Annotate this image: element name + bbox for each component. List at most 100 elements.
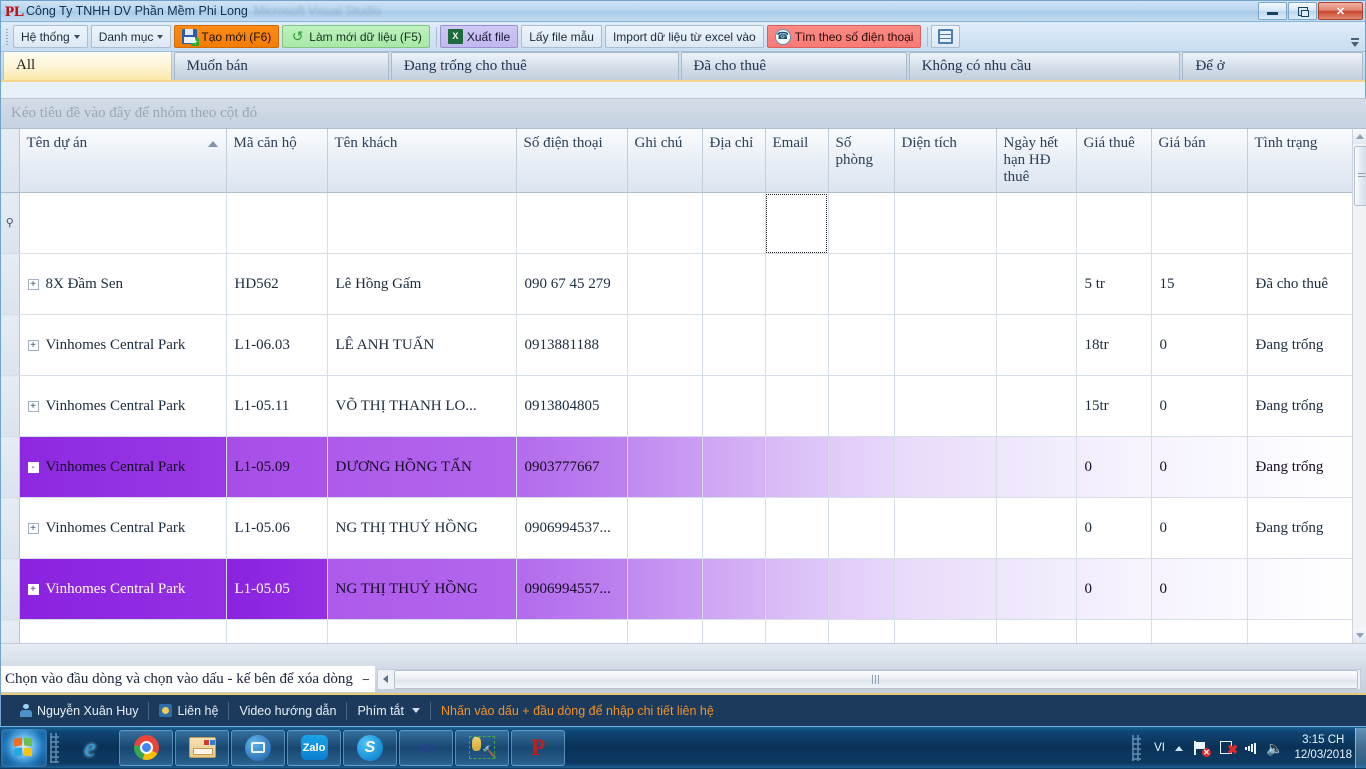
shortcuts-menu[interactable]: Phím tắt [347,704,430,718]
column-header-so-dien-thoai[interactable]: Số điện thoại [516,129,628,193]
column-header-ten-khach[interactable]: Tên khách [327,129,517,193]
cell-ngay-het-han[interactable] [996,375,1077,437]
menu-he-thong[interactable]: Hệ thống [13,25,88,48]
cell-dien-tich[interactable] [894,436,997,498]
cell-so-dien-thoai[interactable] [516,619,628,643]
tab-muon-ban[interactable]: Muốn bán [173,52,389,80]
filter-cell-tinh-trang[interactable] [1247,192,1358,254]
cell-email[interactable] [765,314,829,376]
cell-tinh-trang[interactable]: Đang trống [1247,314,1358,376]
delete-row-minus-icon[interactable]: − [356,666,375,692]
cell-ten-du-an[interactable]: + Vinhomes Central Park [19,375,227,437]
cell-dia-chi[interactable] [702,558,766,620]
cell-ten-du-an[interactable]: + Vinhomes Central Park [19,497,227,559]
cell-gia-ban[interactable]: 0 [1151,436,1248,498]
filter-cell-ghi-chu[interactable] [627,192,703,254]
contact-link[interactable]: Liên hệ [149,704,228,718]
cell-ten-du-an[interactable]: +8X Đầm Sen [19,253,227,315]
cell-ten-khach[interactable]: LÊ ANH TUẤN [327,314,517,376]
cell-gia-ban[interactable]: 15 [1151,253,1248,315]
cell-ten-khach[interactable]: Lê Hồng Gấm [327,253,517,315]
cell-ghi-chu[interactable] [627,436,703,498]
cell-email[interactable] [765,619,829,643]
cell-so-phong[interactable] [828,558,895,620]
row-indicator[interactable] [1,497,20,559]
grid-export-button[interactable] [931,25,961,48]
filter-cell-gia-thue[interactable] [1076,192,1152,254]
column-header-gia-ban[interactable]: Giá bán [1151,129,1248,193]
cell-dia-chi[interactable] [702,314,766,376]
cell-ghi-chu[interactable] [627,497,703,559]
table-row[interactable] [1,619,1358,643]
vertical-scroll-thumb[interactable] [1354,146,1366,206]
filter-cell-ten-khach[interactable] [327,192,517,254]
cell-ngay-het-han[interactable] [996,436,1077,498]
cell-gia-thue[interactable]: 5 tr [1076,253,1152,315]
cell-ten-du-an[interactable]: - Vinhomes Central Park [19,436,227,498]
taskbar-internet-explorer[interactable]: e [63,730,117,766]
cell-gia-ban[interactable]: 0 [1151,314,1248,376]
filter-cell-so-phong[interactable] [828,192,895,254]
cell-tinh-trang[interactable] [1247,619,1358,643]
cell-ten-khach[interactable] [327,619,517,643]
minimize-button[interactable] [1258,2,1287,20]
filter-cell-gia-ban[interactable] [1151,192,1248,254]
cell-ten-khach[interactable]: DƯƠNG HỒNG TẤN [327,436,517,498]
expand-row-icon[interactable]: + [27,278,39,290]
cell-gia-thue[interactable]: 0 [1076,497,1152,559]
row-indicator[interactable] [1,314,20,376]
cell-email[interactable] [765,253,829,315]
grid-horizontal-scrollbar[interactable] [376,668,1361,690]
taskbar-google-chrome[interactable] [119,729,173,766]
cell-gia-ban[interactable]: 0 [1151,558,1248,620]
filter-cell-so-dien-thoai[interactable] [516,192,628,254]
grid-vertical-scrollbar[interactable] [1352,129,1366,643]
action-center-icon[interactable]: ✖ [1219,741,1238,757]
cell-so-phong[interactable] [828,619,895,643]
taskbar-zalo[interactable]: Zalo [287,729,341,766]
cell-gia-thue[interactable]: 0 [1076,436,1152,498]
cell-gia-ban[interactable]: 0 [1151,375,1248,437]
cell-ghi-chu[interactable] [627,375,703,437]
cell-tinh-trang[interactable]: Đang trống [1247,375,1358,437]
column-header-so-phong[interactable]: Số phòng [828,129,895,193]
expand-row-icon[interactable]: + [27,339,39,351]
cell-so-dien-thoai[interactable]: 0906994557... [516,558,628,620]
cell-so-phong[interactable] [828,375,895,437]
cell-ngay-het-han[interactable] [996,497,1077,559]
column-header-ma-can-ho[interactable]: Mã căn hộ [226,129,328,193]
cell-dien-tich[interactable] [894,619,997,643]
cell-gia-thue[interactable]: 15tr [1076,375,1152,437]
cell-dien-tich[interactable] [894,314,997,376]
cell-so-phong[interactable] [828,497,895,559]
filter-cell-ten-du-an[interactable] [19,192,227,254]
cell-ghi-chu[interactable] [627,619,703,643]
cell-ngay-het-han[interactable] [996,314,1077,376]
filter-cell-email[interactable] [765,192,829,254]
cell-email[interactable] [765,497,829,559]
cell-ma-can-ho[interactable]: L1-05.05 [226,558,328,620]
cell-tinh-trang[interactable] [1247,558,1358,620]
filter-cell-dien-tich[interactable] [894,192,997,254]
cell-ten-khach[interactable]: VÕ THỊ THANH LO... [327,375,517,437]
cell-so-dien-thoai[interactable]: 0903777667 [516,436,628,498]
taskbar-unikey[interactable]: ∞ [399,729,453,766]
cell-gia-thue[interactable] [1076,619,1152,643]
toolbar-grip[interactable] [4,26,11,48]
scroll-down-button[interactable] [1353,628,1366,643]
row-indicator[interactable] [1,436,20,498]
column-header-email[interactable]: Email [765,129,829,193]
cell-tinh-trang[interactable]: Đang trống [1247,436,1358,498]
cell-ten-khach[interactable]: NG THỊ THUÝ HỒNG [327,558,517,620]
cell-so-dien-thoai[interactable]: 0913881188 [516,314,628,376]
create-new-button[interactable]: + Tạo mới (F6) [174,25,280,48]
cell-ghi-chu[interactable] [627,253,703,315]
cell-ma-can-ho[interactable] [226,619,328,643]
cell-ten-khach[interactable]: NG THỊ THUÝ HỒNG [327,497,517,559]
get-template-file-button[interactable]: Lấy file mẫu [521,25,602,48]
row-indicator[interactable] [1,619,20,643]
filter-cell-ma-can-ho[interactable] [226,192,328,254]
taskbar-file-explorer[interactable] [175,729,229,766]
row-indicator[interactable] [1,375,20,437]
cell-gia-ban[interactable] [1151,619,1248,643]
